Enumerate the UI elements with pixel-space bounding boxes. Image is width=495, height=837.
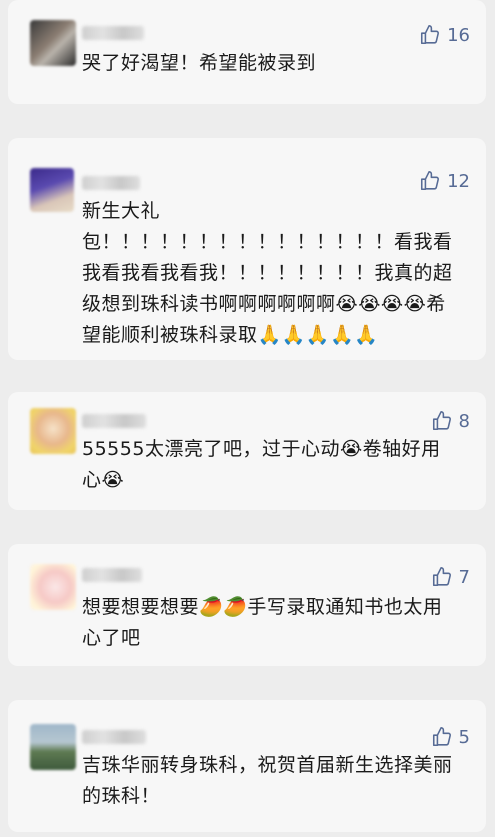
comment-text: 哭了好渴望！希望能被录到	[82, 52, 317, 74]
thumbs-up-icon	[432, 411, 451, 431]
avatar[interactable]	[30, 20, 76, 66]
avatar[interactable]	[30, 724, 76, 770]
avatar[interactable]	[30, 408, 76, 454]
thumbs-up-icon	[432, 727, 451, 747]
comment-card: 7 想要想要想要🥭🥭手写录取通知书也太用心了吧	[8, 544, 486, 666]
thumbs-up-icon	[421, 25, 440, 45]
comment-text: 55555太漂亮了吧，过于心动😭卷轴好用心😭	[82, 438, 441, 491]
like-button[interactable]: 8	[431, 410, 470, 432]
comment-card: 16 哭了好渴望！希望能被录到	[8, 0, 486, 104]
username-blurred[interactable]	[82, 414, 146, 428]
like-button[interactable]: 12	[419, 170, 470, 192]
comment-card: 8 55555太漂亮了吧，过于心动😭卷轴好用心😭	[8, 392, 486, 510]
avatar[interactable]	[30, 564, 76, 610]
comment-text: 新生大礼 包！！！！！！！！！！！！！！！看我看我看我看我看我！！！！！！！！我…	[82, 200, 453, 346]
comment-text: 想要想要想要🥭🥭手写录取通知书也太用心了吧	[82, 596, 443, 649]
avatar[interactable]	[30, 168, 74, 212]
thumbs-up-icon	[421, 171, 440, 191]
thumbs-up-icon	[432, 567, 451, 587]
like-button[interactable]: 16	[419, 24, 470, 46]
like-count: 8	[458, 410, 470, 432]
comment-card: 12 新生大礼 包！！！！！！！！！！！！！！！看我看我看我看我看我！！！！！！…	[8, 138, 486, 360]
username-blurred[interactable]	[82, 26, 144, 40]
like-count: 12	[447, 170, 470, 192]
like-button[interactable]: 5	[431, 726, 470, 748]
username-blurred[interactable]	[82, 730, 146, 744]
username-blurred[interactable]	[82, 568, 142, 582]
comment-text: 吉珠华丽转身珠科，祝贺首届新生选择美丽的珠科！	[82, 754, 453, 807]
like-count: 16	[447, 24, 470, 46]
like-count: 5	[458, 726, 470, 748]
comment-card: 5 吉珠华丽转身珠科，祝贺首届新生选择美丽的珠科！	[8, 700, 486, 832]
username-blurred[interactable]	[82, 176, 140, 190]
like-button[interactable]: 7	[431, 566, 470, 588]
like-count: 7	[458, 566, 470, 588]
